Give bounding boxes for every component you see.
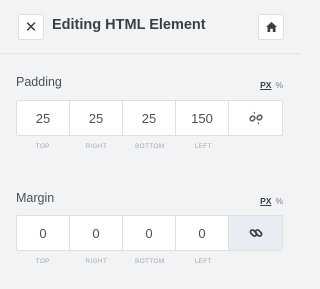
margin-left-input[interactable]: 0 <box>176 216 229 250</box>
margin-top-label: TOP <box>35 258 50 265</box>
home-button[interactable] <box>258 14 284 40</box>
padding-unit-px[interactable]: PX <box>260 80 271 90</box>
margin-left-label: LEFT <box>194 258 212 265</box>
panel-header: ✕ Editing HTML Element <box>0 0 300 54</box>
margin-unit-percent[interactable]: % <box>275 196 283 206</box>
margin-controls: 0 0 0 0 <box>16 215 283 251</box>
margin-bottom-input[interactable]: 0 <box>123 216 176 250</box>
padding-controls: 25 25 25 150 <box>16 100 283 136</box>
padding-sublabels: TOP RIGHT BOTTOM LEFT <box>16 143 230 150</box>
padding-top-label: TOP <box>35 143 50 150</box>
margin-top-input[interactable]: 0 <box>17 216 70 250</box>
link-icon <box>249 229 262 237</box>
padding-bottom-label: BOTTOM <box>135 143 165 150</box>
padding-left-input[interactable]: 150 <box>176 101 229 135</box>
unlinked-icon <box>248 111 263 125</box>
padding-right-input[interactable]: 25 <box>70 101 123 135</box>
padding-bottom-input[interactable]: 25 <box>123 101 176 135</box>
margin-link-button[interactable] <box>229 216 282 250</box>
margin-right-input[interactable]: 0 <box>70 216 123 250</box>
margin-units-switch: PX % <box>260 196 283 206</box>
margin-right-label: RIGHT <box>85 258 108 265</box>
close-icon: ✕ <box>24 18 38 36</box>
margin-unit-px[interactable]: PX <box>260 196 271 206</box>
padding-right-label: RIGHT <box>85 143 108 150</box>
padding-link-button[interactable] <box>229 101 282 135</box>
close-button[interactable]: ✕ <box>18 14 44 40</box>
padding-units-switch: PX % <box>260 80 283 90</box>
panel-title: Editing HTML Element <box>52 17 206 33</box>
padding-left-label: LEFT <box>194 143 212 150</box>
margin-bottom-label: BOTTOM <box>135 258 165 265</box>
margin-label: Margin <box>16 191 55 205</box>
margin-sublabels: TOP RIGHT BOTTOM LEFT <box>16 258 230 265</box>
padding-top-input[interactable]: 25 <box>17 101 70 135</box>
home-icon <box>265 22 277 32</box>
padding-unit-percent[interactable]: % <box>275 80 283 90</box>
padding-label: Padding <box>16 75 62 89</box>
